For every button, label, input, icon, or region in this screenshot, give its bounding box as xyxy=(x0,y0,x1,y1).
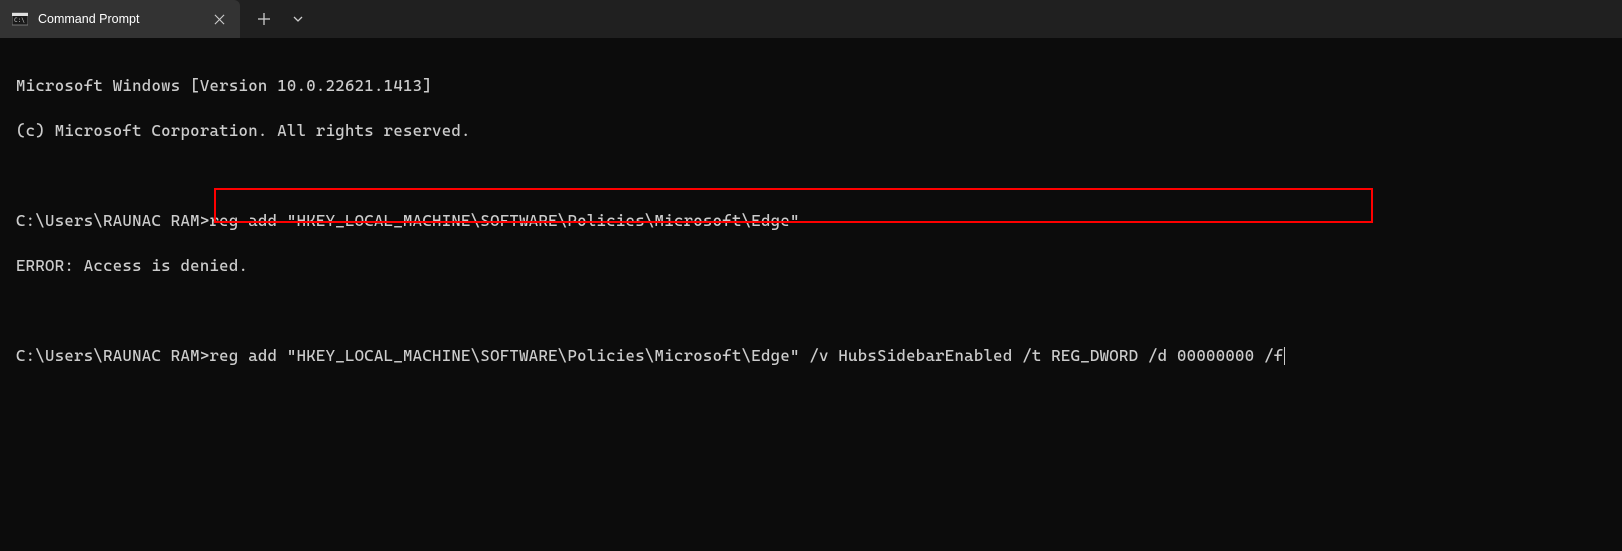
tab-active[interactable]: C:\ Command Prompt xyxy=(0,0,240,38)
copyright-line: (c) Microsoft Corporation. All rights re… xyxy=(16,120,1606,143)
cursor xyxy=(1284,347,1285,365)
tab-title: Command Prompt xyxy=(38,12,200,26)
error-line: ERROR: Access is denied. xyxy=(16,255,1606,278)
cmd-icon: C:\ xyxy=(12,11,28,27)
command-text: reg add "HKEY_LOCAL_MACHINE\SOFTWARE\Pol… xyxy=(210,346,1284,365)
blank-line xyxy=(16,165,1606,188)
title-controls xyxy=(240,0,312,38)
version-line: Microsoft Windows [Version 10.0.22621.14… xyxy=(16,75,1606,98)
tab-dropdown-button[interactable] xyxy=(284,3,312,35)
prompt: C:\Users\RAUNAC RAM> xyxy=(16,211,210,230)
new-tab-button[interactable] xyxy=(248,3,280,35)
title-bar: C:\ Command Prompt xyxy=(0,0,1622,38)
blank-line xyxy=(16,300,1606,323)
prompt: C:\Users\RAUNAC RAM> xyxy=(16,346,210,365)
terminal-output[interactable]: Microsoft Windows [Version 10.0.22621.14… xyxy=(0,38,1622,404)
command-line-2: C:\Users\RAUNAC RAM>reg add "HKEY_LOCAL_… xyxy=(16,345,1606,368)
close-tab-button[interactable] xyxy=(210,10,228,28)
command-line-1: C:\Users\RAUNAC RAM>reg add "HKEY_LOCAL_… xyxy=(16,210,1606,233)
svg-text:C:\: C:\ xyxy=(14,17,25,24)
command-text: reg add "HKEY_LOCAL_MACHINE\SOFTWARE\Pol… xyxy=(210,211,800,230)
